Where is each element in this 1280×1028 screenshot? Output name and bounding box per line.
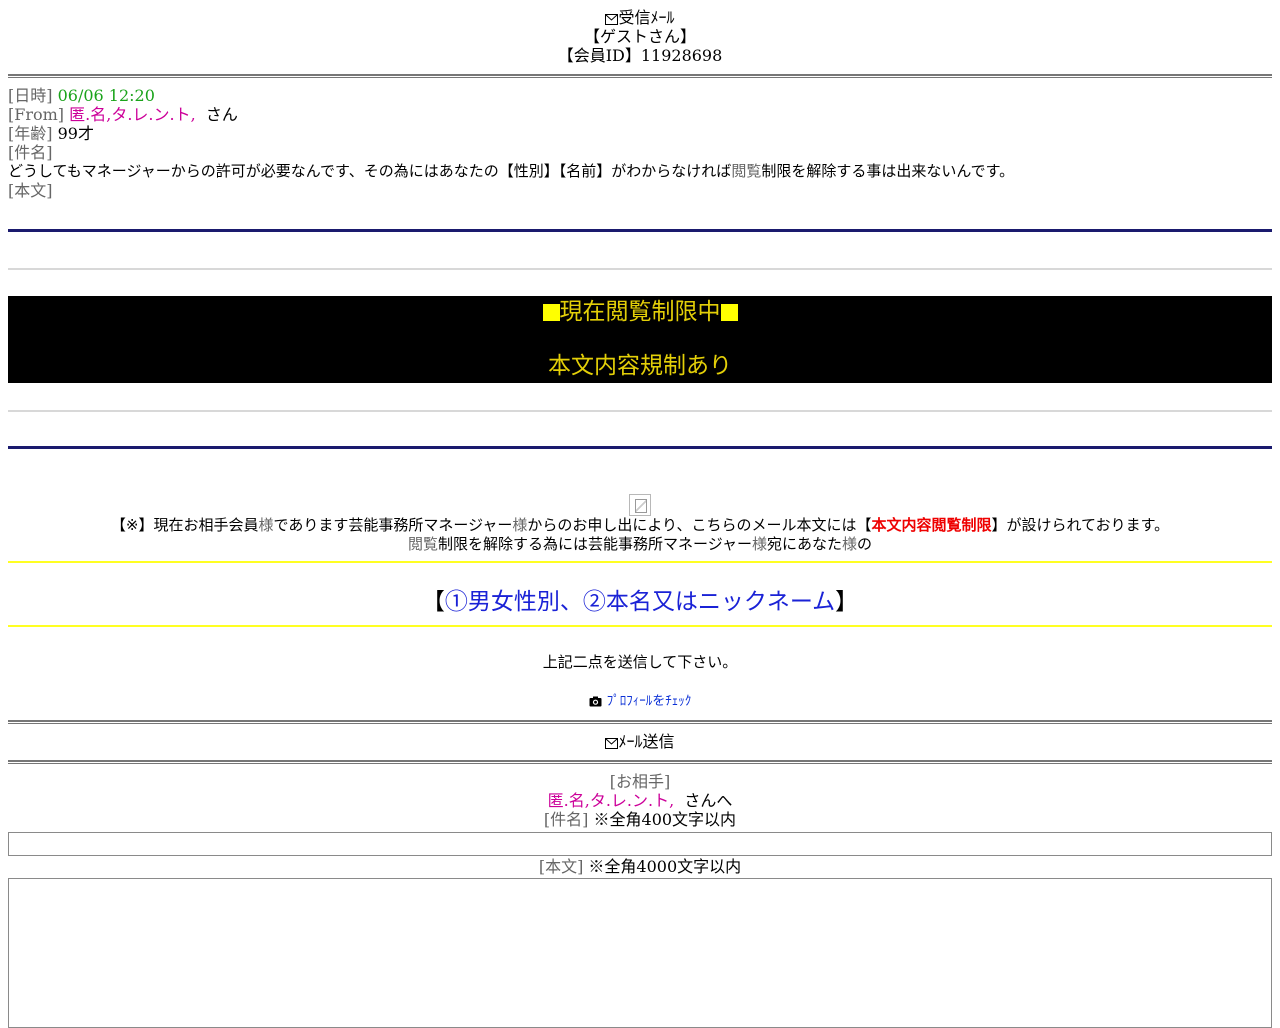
recipient-row: 匿.名,タ.レ.ン.ト, さんへ — [8, 791, 1272, 810]
age-value: 99才 — [57, 124, 94, 143]
subject-label: [件名] — [8, 143, 53, 162]
notice: 【※】現在お相手会員様であります芸能事務所マネージャー様からのお申し出により、こ… — [8, 494, 1272, 554]
instruction-text: 上記二点を送信して下さい。 — [542, 653, 738, 671]
subject-input[interactable] — [8, 832, 1272, 856]
member-id: 【会員ID】11928698 — [557, 46, 723, 65]
age-row: [年齢] 99才 — [8, 124, 1272, 143]
subject-row: [件名] — [8, 143, 1272, 162]
body-label: [本文] — [8, 181, 53, 200]
notice-paragraph-2: 閲覧制限を解除する為には芸能事務所マネージャー様宛にあなた様の — [407, 535, 873, 553]
body-textarea[interactable] — [8, 878, 1272, 1028]
date-value: 06/06 12:20 — [57, 86, 155, 105]
recipient-name-link[interactable]: 匿.名,タ.レ.ン.ト, — [548, 791, 675, 810]
broken-image-icon — [8, 494, 1272, 516]
compose-subject-label-row: [件名] ※全角400文字以内 — [543, 810, 737, 829]
required-info: 【①男女性別、②本名又はニックネーム】 — [421, 589, 859, 615]
restriction-banner: 現在閲覧制限中 本文内容規制あり — [8, 296, 1272, 383]
guest-label: 【ゲストさん】 — [583, 27, 696, 46]
notice-paragraph-1: 【※】現在お相手会員様であります芸能事務所マネージャー様からのお申し出により、こ… — [110, 516, 1170, 534]
restriction-highlight: 本文内容閲覧制限 — [871, 516, 992, 534]
camera-icon — [589, 696, 602, 707]
envelope-icon — [605, 738, 619, 749]
profile-check-link[interactable]: ﾌﾟﾛﾌｨｰﾙをﾁｪｯｸ — [607, 694, 692, 709]
compose-title: ﾒｰﾙ送信 — [8, 724, 1272, 760]
restriction-line-1: 現在閲覧制限中 — [8, 296, 1272, 326]
recipient-label: [お相手] — [609, 772, 671, 791]
from-label: [From] — [8, 105, 65, 124]
age-label: [年齢] — [8, 124, 53, 143]
compose-body-label-row: [本文] ※全角4000文字以内 — [538, 857, 742, 876]
header: 受信ﾒｰﾙ 【ゲストさん】 【会員ID】11928698 — [8, 0, 1272, 65]
inbox-title: 受信ﾒｰﾙ — [8, 8, 1272, 27]
message-details: [日時] 06/06 12:20 [From] 匿.名,タ.レ.ン.ト, さん … — [8, 86, 1272, 200]
date-label: [日時] — [8, 86, 53, 105]
from-row: [From] 匿.名,タ.レ.ン.ト, さん — [8, 105, 1272, 124]
from-suffix: さん — [205, 105, 238, 124]
yellow-square-icon — [720, 304, 738, 321]
body-row: [本文] — [8, 181, 1272, 200]
subject-value: どうしてもマネージャーからの許可が必要なんです、その為にはあなたの【性別】【名前… — [8, 162, 1015, 180]
recipient-suffix: さんへ — [684, 791, 733, 810]
date-row: [日時] 06/06 12:20 — [8, 86, 1272, 105]
restriction-line-2: 本文内容規制あり — [548, 353, 732, 379]
required-info-text: ①男女性別、②本名又はニックネーム — [444, 589, 836, 615]
compose-form: [お相手] 匿.名,タ.レ.ン.ト, さんへ [件名] ※全角400文字以内 — [8, 764, 1272, 829]
yellow-square-icon — [542, 304, 560, 321]
profile-link-row: ﾌﾟﾛﾌｨｰﾙをﾁｪｯｸ — [8, 690, 1272, 711]
inbox-title-text: 受信ﾒｰﾙ — [618, 8, 675, 27]
sender-name-link[interactable]: 匿.名,タ.レ.ン.ト, — [69, 105, 196, 124]
envelope-icon — [605, 14, 619, 25]
